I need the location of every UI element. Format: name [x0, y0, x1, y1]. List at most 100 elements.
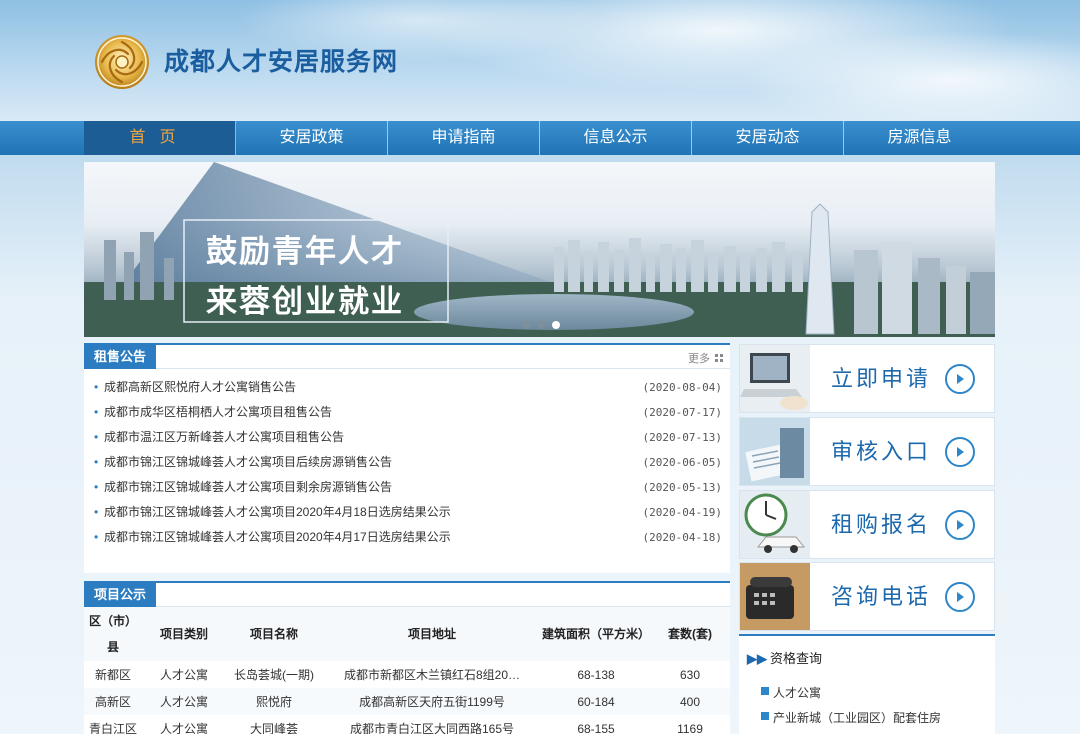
notice-date: (2020-04-19) — [642, 506, 722, 519]
site-header: 成都人才安居服务网 — [0, 0, 1080, 121]
notice-title[interactable]: 成都市锦江区锦城峰荟人才公寓项目剩余房源销售公告 — [104, 480, 392, 494]
side-button-label: 立即申请 — [831, 367, 932, 392]
notice-item[interactable]: • 成都市锦江区锦城峰荟人才公寓项目后续房源销售公告 (2020-06-05) — [84, 450, 730, 475]
carousel-dot[interactable] — [537, 321, 545, 329]
more-link[interactable]: 更多 — [688, 350, 710, 366]
notice-date: (2020-05-13) — [642, 481, 722, 494]
notice-date: (2020-07-13) — [642, 431, 722, 444]
column-header-name: 项目名称 — [226, 607, 322, 661]
notice-panel: 租售公告 更多 • 成都高新区熙悦府人才公寓销售公告 (2020-08-04) • 成… — [84, 343, 730, 573]
project-panel: 项目公示 区（市）县 项目类别 项目名称 项目地址 建筑面积（平方米） 套数(套… — [84, 581, 730, 734]
cell-address: 成都市新都区木兰镇红石8组20… — [343, 668, 521, 682]
cell-district: 青白江区 — [88, 722, 137, 734]
bullet-icon: • — [94, 530, 99, 544]
qualification-link-text[interactable]: 产业新城（工业园区）配套住房 — [773, 711, 941, 725]
notice-item[interactable]: • 成都市锦江区锦城峰荟人才公寓项目剩余房源销售公告 (2020-05-13) — [84, 475, 730, 500]
notice-title[interactable]: 成都市锦江区锦城峰荟人才公寓项目后续房源销售公告 — [104, 455, 392, 469]
arrow-right-icon — [945, 510, 975, 540]
apply-now-button[interactable]: 立即申请 — [739, 344, 995, 413]
grid-icon[interactable] — [715, 354, 723, 362]
project-table: 区（市）县 项目类别 项目名称 项目地址 建筑面积（平方米） 套数(套) 新都区… — [84, 607, 730, 734]
banner-slogan-line2: 来蓉创业就业 — [206, 284, 404, 320]
table-header-row: 区（市）县 项目类别 项目名称 项目地址 建筑面积（平方米） 套数(套) — [84, 607, 730, 661]
side-button-label: 审核入口 — [831, 440, 932, 465]
cell-type: 人才公寓 — [142, 688, 226, 715]
cell-units: 400 — [650, 688, 730, 715]
rent-purchase-signup-button[interactable]: 租购报名 — [739, 490, 995, 559]
carousel-dots — [522, 321, 560, 329]
notice-list: • 成都高新区熙悦府人才公寓销售公告 (2020-08-04) • 成都市成华区梧桐栖… — [84, 369, 730, 550]
table-row[interactable]: 青白江区 人才公寓 大同峰荟 成都市青白江区大同西路165号 68-155 11… — [84, 715, 730, 734]
cell-name[interactable]: 长岛荟城(一期) — [226, 661, 322, 688]
table-row[interactable]: 新都区 人才公寓 长岛荟城(一期) 成都市新都区木兰镇红石8组20… 68-13… — [84, 661, 730, 688]
cell-type: 人才公寓 — [159, 722, 208, 734]
qualification-link-industrial-housing[interactable]: 产业新城（工业园区）配套住房 — [761, 709, 941, 726]
notice-title[interactable]: 成都高新区熙悦府人才公寓销售公告 — [104, 380, 296, 394]
bullet-icon: • — [94, 480, 99, 494]
side-button-label: 咨询电话 — [831, 585, 932, 610]
qualification-link-text[interactable]: 人才公寓 — [773, 686, 821, 700]
notice-item[interactable]: • 成都市锦江区锦城峰荟人才公寓项目2020年4月17日选房结果公示 (2020-0… — [84, 525, 730, 550]
project-panel-title: 项目公示 — [84, 583, 157, 607]
nav-item-guide[interactable]: 申请指南 — [388, 121, 540, 155]
cell-type: 人才公寓 — [159, 668, 208, 682]
carousel-dot-active[interactable] — [552, 321, 560, 329]
notice-item[interactable]: • 成都市锦江区锦城峰荟人才公寓项目2020年4月18日选房结果公示 (2020-0… — [84, 500, 730, 525]
cell-units: 630 — [679, 667, 701, 682]
cell-district: 高新区 — [84, 688, 142, 715]
qualification-title: ▶▶ 资格查询 — [747, 648, 822, 667]
cell-area: 68-138 — [577, 667, 615, 682]
nav-item-home[interactable]: 首页 — [84, 121, 236, 155]
notice-title[interactable]: 成都市锦江区锦城峰荟人才公寓项目2020年4月17日选房结果公示 — [104, 530, 451, 544]
column-header-district: 区（市）县 — [84, 607, 142, 661]
notice-title[interactable]: 成都市锦江区锦城峰荟人才公寓项目2020年4月18日选房结果公示 — [104, 505, 451, 519]
notice-title[interactable]: 成都市温江区万新峰荟人才公寓项目租售公告 — [104, 430, 344, 444]
laptop-icon — [740, 345, 810, 412]
qualification-title-text: 资格查询 — [770, 651, 823, 666]
clock-car-icon — [740, 491, 810, 558]
notice-date: (2020-08-04) — [642, 381, 722, 394]
cell-address: 成都高新区天府五街1199号 — [322, 688, 542, 715]
notice-item[interactable]: • 成都高新区熙悦府人才公寓销售公告 (2020-08-04) — [84, 375, 730, 400]
side-button-label: 租购报名 — [831, 513, 932, 538]
telephone-icon — [740, 563, 810, 630]
cell-area: 68-155 — [577, 721, 615, 734]
nav-item-policy[interactable]: 安居政策 — [236, 121, 388, 155]
logo-icon[interactable] — [94, 34, 150, 90]
notice-date: (2020-06-05) — [642, 456, 722, 469]
notice-date: (2020-07-17) — [642, 406, 722, 419]
notice-title[interactable]: 成都市成华区梧桐栖人才公寓项目租售公告 — [104, 405, 332, 419]
consult-phone-button[interactable]: 咨询电话 — [739, 562, 995, 631]
notice-date: (2020-04-18) — [642, 531, 722, 544]
cell-name[interactable]: 熙悦府 — [226, 688, 322, 715]
cell-area: 60-184 — [542, 688, 650, 715]
banner-slogan-line1: 鼓励青年人才 — [206, 234, 404, 270]
notice-item[interactable]: • 成都市温江区万新峰荟人才公寓项目租售公告 (2020-07-13) — [84, 425, 730, 450]
column-header-area: 建筑面积（平方米） — [542, 607, 650, 661]
bullet-icon: • — [94, 405, 99, 419]
nav-item-publicity[interactable]: 信息公示 — [540, 121, 692, 155]
bullet-icon: • — [94, 505, 99, 519]
square-bullet-icon — [761, 687, 769, 695]
cell-district: 新都区 — [94, 668, 131, 682]
bullet-icon: • — [94, 430, 99, 444]
table-row[interactable]: 高新区 人才公寓 熙悦府 成都高新区天府五街1199号 60-184 400 — [84, 688, 730, 715]
banner-carousel[interactable]: 鼓励青年人才 来蓉创业就业 — [84, 162, 995, 337]
bullet-icon: • — [94, 380, 99, 394]
notice-panel-title: 租售公告 — [84, 345, 157, 369]
cell-units: 1169 — [677, 721, 703, 734]
main-nav: 首页 安居政策 申请指南 信息公示 安居动态 房源信息 — [0, 121, 1080, 155]
cell-address: 成都市青白江区大同西路165号 — [349, 722, 515, 734]
notice-item[interactable]: • 成都市成华区梧桐栖人才公寓项目租售公告 (2020-07-17) — [84, 400, 730, 425]
nav-item-news[interactable]: 安居动态 — [692, 121, 844, 155]
column-header-units: 套数(套) — [650, 607, 730, 661]
column-header-address: 项目地址 — [322, 607, 542, 661]
cell-name[interactable]: 大同峰荟 — [226, 715, 322, 734]
qualification-link-talent-apartment[interactable]: 人才公寓 — [761, 684, 821, 701]
qualification-query-panel: ▶▶ 资格查询 人才公寓 产业新城（工业园区）配套住房 — [739, 634, 995, 734]
nav-item-housing[interactable]: 房源信息 — [844, 121, 995, 155]
bullet-icon: • — [94, 455, 99, 469]
carousel-dot[interactable] — [522, 321, 530, 329]
review-entry-button[interactable]: 审核入口 — [739, 417, 995, 486]
arrow-right-icon — [945, 364, 975, 394]
